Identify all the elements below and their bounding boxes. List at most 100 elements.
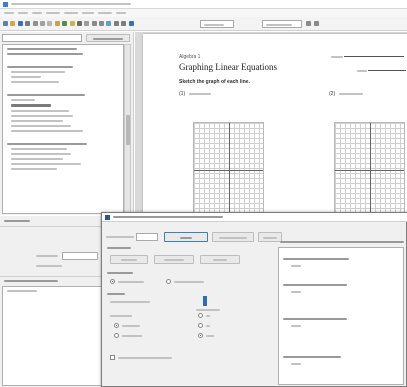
align-left-icon[interactable]	[91, 21, 97, 26]
style-select[interactable]	[262, 20, 302, 28]
problem-1-equation	[189, 93, 211, 95]
list-item[interactable]	[11, 115, 73, 117]
menu-tools[interactable]	[82, 12, 94, 14]
italic-icon[interactable]	[84, 21, 90, 26]
tree-item[interactable]	[7, 290, 37, 292]
list-item[interactable]	[7, 94, 85, 96]
dialog-title-bar	[102, 213, 407, 222]
left-panel	[0, 32, 134, 215]
settings-button[interactable]	[212, 232, 254, 242]
preview-item-1-detail	[291, 265, 301, 267]
list-item[interactable]	[11, 158, 63, 160]
group-label-3	[107, 293, 125, 295]
open-file-icon[interactable]	[10, 21, 16, 26]
list-item[interactable]	[11, 81, 59, 83]
radio-e[interactable]	[198, 333, 203, 338]
worksheet-instruction: Sketch the graph of each line.	[179, 79, 250, 85]
num-problems-label	[106, 236, 134, 238]
list-item[interactable]	[7, 143, 87, 145]
option-button-2[interactable]	[154, 255, 194, 264]
slider-thumb[interactable]	[203, 296, 207, 306]
menu-edit[interactable]	[18, 12, 28, 14]
option-button-3[interactable]	[200, 255, 240, 264]
bold-icon[interactable]	[76, 21, 82, 26]
list-item[interactable]	[11, 110, 69, 112]
group-label-2	[107, 272, 133, 274]
topic-list-scrollbar[interactable]	[124, 44, 131, 214]
print-preview-icon[interactable]	[32, 21, 38, 26]
print-icon[interactable]	[25, 21, 31, 26]
new-file-icon[interactable]	[3, 21, 8, 26]
align-center-icon[interactable]	[99, 21, 105, 26]
radio-option-1[interactable]	[110, 279, 115, 284]
group-label-1	[107, 247, 131, 249]
radio-c[interactable]	[198, 313, 203, 318]
radio-b[interactable]	[114, 333, 119, 338]
radio-a[interactable]	[114, 323, 119, 328]
list-item[interactable]	[7, 66, 73, 68]
field-input[interactable]	[62, 252, 98, 260]
list-item[interactable]	[11, 99, 35, 101]
help-icon[interactable]	[128, 21, 134, 26]
list-item[interactable]	[11, 153, 71, 155]
preview-item-2-detail	[291, 291, 301, 293]
menu-bar	[0, 9, 407, 17]
worksheet-header-left: Algebra 1	[179, 54, 201, 60]
list-item[interactable]	[11, 120, 63, 122]
scroll-thumb[interactable]	[126, 115, 130, 145]
list-item[interactable]	[11, 104, 51, 107]
list-item[interactable]	[7, 48, 77, 50]
insert-image-icon[interactable]	[106, 21, 112, 26]
menu-file[interactable]	[4, 12, 14, 14]
list-item[interactable]	[11, 76, 41, 78]
menu-insert[interactable]	[46, 12, 60, 14]
zoom-out-icon[interactable]	[121, 21, 127, 26]
list-item[interactable]	[11, 168, 57, 170]
worksheet-title: Graphing Linear Equations	[179, 62, 277, 72]
options-icon[interactable]	[314, 21, 319, 26]
list-item[interactable]	[11, 130, 83, 132]
list-item[interactable]	[11, 71, 65, 73]
menu-view[interactable]	[32, 12, 42, 14]
redo-icon[interactable]	[69, 21, 75, 26]
properties-label	[4, 220, 30, 222]
search-input[interactable]	[2, 34, 82, 42]
paste-icon[interactable]	[54, 21, 60, 26]
zoom-in-icon[interactable]	[113, 21, 119, 26]
tree-panel[interactable]	[2, 286, 102, 386]
preview-pane[interactable]	[278, 247, 404, 385]
menu-window[interactable]	[98, 12, 112, 14]
list-item[interactable]	[7, 53, 83, 55]
radio-a-label	[122, 325, 140, 327]
topic-list[interactable]	[2, 44, 124, 214]
zoom-select[interactable]	[200, 20, 234, 28]
radio-e-label	[206, 335, 214, 337]
cancel-button[interactable]	[258, 232, 282, 242]
list-item[interactable]	[11, 148, 67, 150]
cut-icon[interactable]	[39, 21, 45, 26]
menu-help[interactable]	[116, 12, 126, 14]
undo-icon[interactable]	[62, 21, 68, 26]
list-item[interactable]	[11, 125, 71, 127]
menu-format[interactable]	[64, 12, 78, 14]
list-item[interactable]	[11, 163, 81, 165]
slider-value	[196, 309, 220, 311]
num-problems-input[interactable]	[136, 233, 158, 241]
radio-option-2[interactable]	[166, 279, 171, 284]
bottom-checkbox[interactable]	[110, 355, 115, 360]
copy-icon[interactable]	[47, 21, 53, 26]
search-button[interactable]	[86, 34, 130, 42]
coordinate-grid-2	[334, 122, 405, 218]
preview-item-4	[283, 356, 341, 358]
bottom-checkbox-label	[118, 357, 172, 359]
preview-heading	[280, 241, 404, 243]
ok-button[interactable]	[164, 232, 208, 242]
app-title	[11, 3, 131, 5]
worksheet-name-label	[331, 54, 407, 60]
option-button-1[interactable]	[110, 255, 148, 264]
settings-icon[interactable]	[306, 21, 311, 26]
dialog-icon	[105, 215, 110, 220]
field-label	[36, 255, 58, 257]
save-icon[interactable]	[17, 21, 23, 26]
radio-d[interactable]	[198, 323, 203, 328]
